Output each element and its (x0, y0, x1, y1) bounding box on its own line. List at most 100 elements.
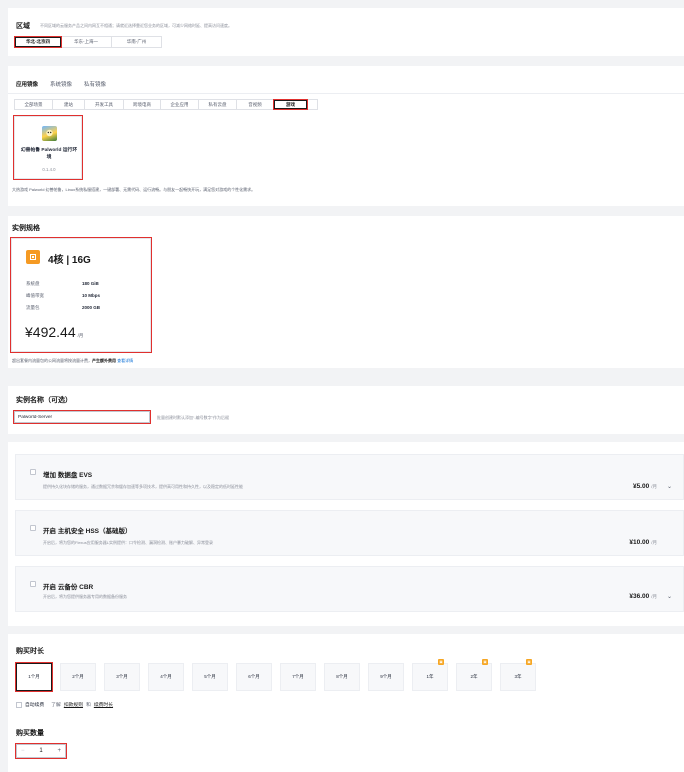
renewal-duration-link[interactable]: 续费时长 (94, 701, 113, 708)
addon-hss-price-amount: ¥10.00 (629, 539, 650, 546)
traffic-detail-link[interactable]: 查看详情 (117, 358, 133, 363)
addon-hss[interactable]: 开启 主机安全 HSS（基础版） 开启后，将为您的Flexus应用服务器L实例提… (15, 510, 684, 556)
chevron-down-icon[interactable]: ⌄ (667, 593, 672, 600)
quantity-title: 购买数量 (16, 730, 44, 737)
spec-price-unit: /月 (77, 333, 84, 338)
auto-renew-checkbox[interactable] (16, 701, 22, 708)
tab-system-image[interactable]: 系统镜像 (50, 80, 72, 94)
addon-evs-price-amount: ¥5.00 (632, 483, 650, 490)
auto-renew-label: 自动续费 (25, 703, 45, 708)
spec-row-bandwidth-value: 10 Mbps (82, 293, 101, 298)
category-media[interactable]: 音视频 (237, 100, 274, 109)
addon-evs[interactable]: 增加 数据盘 EVS 提供持久化块存储的服务，通过数据冗余和缓存加速等多项技术，… (15, 454, 684, 500)
minus-icon[interactable]: − (21, 748, 25, 754)
spec-card[interactable]: 4核 | 16G 系统盘 180 GiB 峰值带宽 10 Mbps 流量包 20… (10, 237, 152, 353)
gift-icon: ▣ (438, 659, 444, 665)
spec-price: ¥492.44 /月 (25, 324, 83, 340)
image-card-version: 0.1.4.0 (42, 167, 56, 172)
addon-evs-title: 增加 数据盘 EVS (43, 469, 92, 479)
deduction-rules-link[interactable]: 扣款规则 (64, 701, 83, 708)
spec-row-traffic-value: 2000 GB (82, 305, 101, 310)
category-enterprise[interactable]: 企业应用 (161, 100, 199, 109)
duration-option-5m[interactable]: 5个月 (192, 663, 228, 691)
duration-option-3m[interactable]: 3个月 (104, 663, 140, 691)
auto-renew-and: 和 (86, 703, 91, 708)
region-option-shanghai1[interactable]: 华东-上海一 (61, 37, 112, 47)
tab-app-image[interactable]: 应用镜像 (16, 80, 39, 94)
spec-price-amount: ¥492.44 (25, 324, 76, 340)
duration-option-2y[interactable]: 2年 ▣ (456, 659, 492, 691)
tab-private-image[interactable]: 私有镜像 (84, 80, 106, 94)
addon-hss-price: ¥10.00 /月 (629, 539, 657, 546)
gift-icon: ▣ (482, 659, 488, 665)
duration-option-2m[interactable]: 2个月 (60, 663, 96, 691)
category-selector: 全部场景 建站 开发工具 跨境电商 企业应用 私有云盘 音视频 游戏 (14, 99, 318, 110)
gift-icon: ▣ (526, 659, 532, 665)
image-tabs: 应用镜像 系统镜像 私有镜像 (16, 80, 106, 94)
addon-hss-prefix: 开启 (43, 528, 56, 535)
category-ecommerce[interactable]: 跨境电商 (124, 100, 161, 109)
addon-cbr-price: ¥36.00 /月 (629, 593, 657, 600)
addon-cbr-prefix: 开启 (43, 584, 56, 591)
region-option-beijing4[interactable]: 华北-北京四 (14, 36, 62, 48)
duration-option-3y[interactable]: 3年 ▣ (500, 659, 536, 691)
duration-option-6m[interactable]: 6个月 (236, 663, 272, 691)
image-section: 应用镜像 系统镜像 私有镜像 全部场景 建站 开发工具 跨境电商 企业应用 私有… (8, 66, 684, 206)
category-all[interactable]: 全部场景 (15, 100, 53, 109)
addon-evs-desc: 提供持久化块存储的服务，通过数据冗余和缓存加速等多项技术，提供高可用性和持久性，… (43, 484, 243, 489)
instance-name-title: 实例名称（可选） (16, 397, 72, 404)
addon-hss-title: 开启 主机安全 HSS（基础版） (43, 525, 131, 535)
instance-name-hint: 批量创建时默认添加“-编号数字”作为后缀 (157, 415, 229, 420)
plus-icon[interactable]: + (57, 748, 61, 754)
region-section: 区域 不同区域的云服务产品之间内网互不相通；请就近选择靠近您业务的区域，可减少网… (8, 8, 684, 56)
spec-row-disk-label: 系统盘 (26, 281, 40, 286)
image-card-palworld[interactable]: 幻兽帕鲁 Palworld 运行环境 0.1.4.0 (13, 115, 83, 180)
tabs-divider (8, 93, 684, 94)
addon-hss-desc: 开启后，将为您的Flexus应用服务器L实例提供：口令检测、漏洞检测、账户暴力破… (43, 540, 214, 545)
addon-hss-price-unit: /月 (651, 540, 657, 545)
instance-name-input[interactable] (13, 410, 151, 424)
addon-cbr-name: 云备份 CBR (57, 584, 94, 591)
addon-evs-price: ¥5.00 /月 (633, 483, 657, 490)
region-selector: 华北-北京四 华东-上海一 华南-广州 (14, 36, 162, 48)
category-game[interactable]: 游戏 (273, 99, 308, 110)
duration-option-4m[interactable]: 4个月 (148, 663, 184, 691)
cpu-icon (26, 250, 40, 264)
addon-cbr-checkbox[interactable] (30, 581, 36, 587)
category-devtools[interactable]: 开发工具 (85, 100, 124, 109)
palworld-logo-icon (42, 126, 57, 141)
quantity-stepper[interactable]: − 1 + (15, 743, 67, 759)
chevron-down-icon[interactable]: ⌄ (667, 483, 672, 490)
duration-title: 购买时长 (16, 648, 44, 655)
addon-cbr-price-unit: /月 (651, 594, 657, 599)
category-cloud-disk[interactable]: 私有云盘 (199, 100, 237, 109)
region-option-guangzhou[interactable]: 华南-广州 (112, 37, 161, 47)
spec-text: 4核 | 16G (48, 255, 91, 266)
image-description: 大热游戏 Palworld 幻兽帕鲁，Linux系统私服搭建，一键部署、无需代码… (12, 187, 256, 192)
region-hint: 不同区域的云服务产品之间内网互不相通；请就近选择靠近您业务的区域，可减少网络时延… (40, 23, 232, 28)
image-card-name: 幻兽帕鲁 Palworld 运行环境 (20, 148, 78, 160)
spec-row-traffic-label: 流量包 (26, 305, 40, 310)
addon-evs-checkbox[interactable] (30, 469, 36, 475)
quantity-value[interactable]: 1 (39, 748, 42, 754)
instance-spec-title: 实例规格 (12, 225, 40, 232)
addon-cbr-desc: 开启后，将为您提供服务器专用的数据备份服务 (43, 594, 127, 599)
addon-evs-name: 数据盘 EVS (57, 472, 93, 479)
addon-cbr[interactable]: 开启 云备份 CBR 开启后，将为您提供服务器专用的数据备份服务 ¥36.00 … (15, 566, 684, 612)
duration-option-7m[interactable]: 7个月 (280, 663, 316, 691)
duration-option-1y[interactable]: 1年 ▣ (412, 659, 448, 691)
traffic-note-bold: 产生额外费用 (92, 358, 116, 363)
duration-option-8m[interactable]: 8个月 (324, 663, 360, 691)
duration-option-9m[interactable]: 9个月 (368, 663, 404, 691)
auto-renew-learn: 了解 (51, 703, 61, 708)
addon-hss-name: 主机安全 HSS（基础版） (57, 528, 132, 535)
duration-option-1m[interactable]: 1个月 (15, 662, 53, 692)
category-website[interactable]: 建站 (53, 100, 85, 109)
addon-cbr-title: 开启 云备份 CBR (43, 581, 93, 591)
duration-option-3y-label: 3年 (514, 674, 522, 679)
duration-option-1y-label: 1年 (426, 674, 434, 679)
addon-hss-checkbox[interactable] (30, 525, 36, 531)
spec-row-disk-value: 180 GiB (82, 281, 99, 286)
traffic-note-text: 超出套餐内流量包的公网流量将按流量计费， (12, 358, 92, 363)
instance-spec-section: 实例规格 4核 | 16G 系统盘 180 GiB 峰值带宽 10 Mbps 流… (8, 216, 684, 368)
